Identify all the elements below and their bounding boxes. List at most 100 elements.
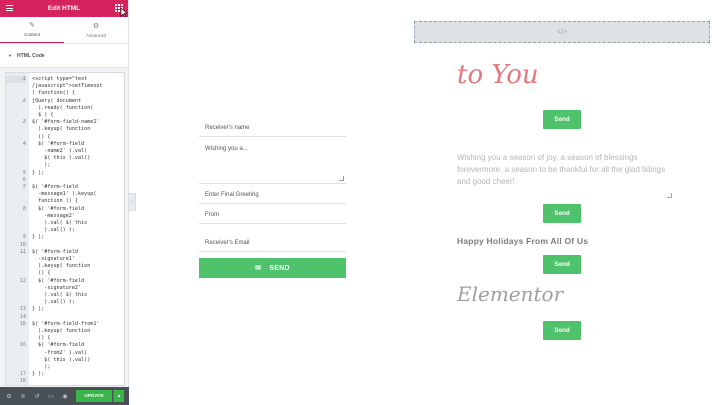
layers-icon[interactable]: ≋ (18, 391, 28, 401)
code-text: $( '#form-field-from1' (32, 320, 100, 327)
code-text: () { (32, 133, 51, 140)
preview-icon[interactable]: ◉ (60, 391, 70, 401)
send-button-1[interactable]: Send (543, 110, 581, 129)
panel-title: Edit HTML (47, 5, 81, 12)
code-text: () { (32, 335, 51, 342)
tab-content-label: Content (24, 32, 40, 37)
code-text: ).val( $( this (32, 220, 88, 226)
code-text: ( function() { (32, 90, 75, 97)
receiver-email-placeholder: Receiver's Email (205, 240, 250, 246)
tab-advanced-label: Advanced (85, 32, 106, 38)
code-text: <script type="text (32, 76, 88, 82)
line-number: 17 (19, 371, 26, 378)
line-number: 6 (22, 176, 26, 183)
html-widget-placeholder[interactable]: </> (414, 21, 710, 43)
code-text: } ); (32, 306, 45, 313)
code-text: -signature2' (32, 284, 82, 291)
code-text: -message1' ).keyup( (32, 191, 97, 198)
code-text: $( '#form-field (32, 205, 85, 212)
caret-down-icon: ▼ (8, 53, 12, 58)
code-text: ).val() ); (32, 227, 75, 234)
blessing-message: Wishing you a season of joy, a season of… (457, 153, 666, 186)
code-text: ); (32, 162, 51, 169)
line-number: 8 (22, 205, 26, 212)
send-button-4[interactable]: Send (543, 321, 581, 340)
receiver-name-placeholder: Receiver's name (205, 125, 250, 131)
hamburger-icon[interactable] (6, 5, 13, 11)
code-text: ).keyup( function (32, 263, 91, 270)
code-text: $( '#form-field-name1' (32, 119, 100, 126)
code-text: () { (32, 270, 51, 277)
caret-up-icon: ▴ (117, 393, 121, 399)
send-button-2[interactable]: Send (543, 204, 581, 223)
code-text: } ); (32, 371, 45, 378)
fold-arrow-icon[interactable]: ▾ (22, 249, 24, 256)
panel-footer: ⚙ ≋ ↺ ▭ ◉ UPDATE ▴ (0, 387, 129, 405)
code-text: -from2' ).val( (32, 349, 88, 356)
tab-content[interactable]: ✎ Content (0, 17, 64, 43)
panel-tabs: ✎ Content ⚙ Advanced (0, 17, 128, 44)
settings-icon[interactable]: ⚙ (4, 391, 14, 401)
fold-arrow-icon[interactable]: ▾ (22, 98, 24, 105)
code-text: $( '#form-field (32, 277, 85, 284)
responsive-icon[interactable]: ▭ (46, 391, 56, 401)
code-text: } ); (32, 234, 45, 241)
chevron-left-icon: ‹ (131, 199, 133, 205)
update-button[interactable]: UPDATE (76, 390, 112, 402)
fold-arrow-icon[interactable]: ▾ (22, 184, 24, 191)
line-number: 10 (19, 241, 26, 248)
code-text: -signature1' (32, 256, 75, 262)
line-number: 13 (19, 306, 26, 313)
code-text: ).keyup( function (32, 126, 91, 133)
code-text: $( this ).val() (32, 155, 91, 162)
code-text: -name2' ).val( (32, 148, 88, 154)
final-greeting-placeholder: Enter Final Greeting (205, 192, 259, 198)
from-field[interactable]: From (199, 204, 346, 224)
code-text: $( '#form-field (32, 248, 79, 255)
code-text: } ); (32, 169, 45, 176)
script-heading: to You (457, 60, 539, 90)
receiver-email-field[interactable]: Receiver's Email (199, 232, 346, 252)
code-text: $( '#form-field (32, 184, 79, 190)
from-placeholder: From (205, 212, 219, 218)
tab-advanced[interactable]: ⚙ Advanced (64, 17, 128, 43)
line-number: 18 (19, 378, 26, 385)
happy-holidays-heading: Happy Holidays From All Of Us (457, 236, 589, 246)
panel-header: Edit HTML (0, 0, 128, 17)
code-text: -message2' (32, 212, 75, 219)
line-number: 5 (22, 169, 26, 176)
send-button-3[interactable]: Send (543, 255, 581, 274)
message-field[interactable]: Wishing you a... (199, 137, 346, 184)
line-number: 9 (22, 234, 26, 241)
html-code-section-toggle[interactable]: ▼ HTML Code (0, 44, 128, 68)
code-text: ).val( $( this (32, 292, 88, 298)
line-number: 14 (19, 313, 26, 320)
code-text: ).keyup( function (32, 328, 91, 334)
code-text: $( '#form-field (32, 140, 85, 147)
code-icon: </> (556, 28, 568, 36)
update-options-button[interactable]: ▴ (113, 390, 124, 402)
history-icon[interactable]: ↺ (32, 391, 42, 401)
panel-collapse-handle[interactable]: ‹ (129, 193, 136, 211)
receiver-name-field[interactable]: Receiver's name (199, 117, 346, 137)
code-text: ); (32, 364, 51, 370)
line-number: 12 (19, 277, 26, 284)
fold-arrow-icon[interactable]: ▾ (22, 119, 24, 126)
line-number: 16 (19, 342, 26, 349)
message-placeholder: Wishing you a... (205, 146, 248, 152)
resize-handle-icon[interactable] (339, 176, 344, 181)
fold-arrow-icon[interactable]: ▾ (22, 321, 24, 328)
section-title-label: HTML Code (16, 52, 45, 59)
resize-handle-icon[interactable] (667, 193, 672, 198)
fold-arrow-icon[interactable]: ▾ (22, 76, 24, 83)
elementor-signature: Elementor (457, 282, 564, 306)
code-text: $ ) { (32, 112, 54, 118)
final-greeting-field[interactable]: Enter Final Greeting (199, 184, 346, 204)
code-text: ).val() ); (32, 299, 75, 306)
code-editor[interactable]: 1 ▾ <script type="text/javascript">setTime… (5, 72, 125, 386)
greeting-form: Receiver's name Wishing you a... Enter F… (199, 117, 346, 278)
send-button[interactable]: ✉ SEND (199, 258, 346, 278)
line-number: 4 (22, 140, 26, 147)
mouse-cursor-icon (120, 8, 127, 17)
code-text: ).ready( function( (32, 104, 94, 111)
